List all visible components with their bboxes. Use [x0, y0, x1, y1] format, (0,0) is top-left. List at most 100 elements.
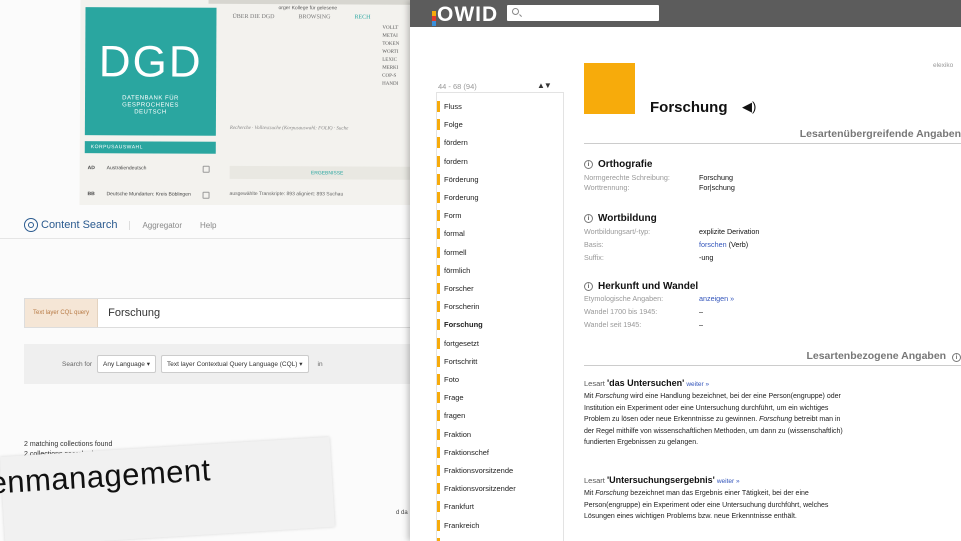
content-search-tabs: Content Search Aggregator Help: [24, 213, 216, 237]
kv-row: Worttrennung: For|schung: [584, 183, 735, 192]
expand-icon[interactable]: i: [584, 282, 593, 291]
headword-list-item[interactable]: fördern: [436, 134, 564, 151]
headword-list-item[interactable]: förmlich: [436, 262, 564, 279]
layer-select[interactable]: Text layer Contextual Query Language (CQ…: [161, 355, 309, 373]
headword-list-item[interactable]: Franz: [436, 535, 564, 541]
headword-list-item[interactable]: Fortschritt: [436, 353, 564, 370]
headword-list-item[interactable]: Fraktionschef: [436, 444, 564, 461]
headword-list-item[interactable]: fordern: [436, 153, 564, 170]
dgd-menu-item[interactable]: LEXIC: [382, 57, 399, 65]
query-label: Text layer CQL query: [25, 299, 99, 327]
info-icon[interactable]: i: [952, 353, 961, 362]
headword-list-item[interactable]: Fraktionsvorsitzender: [436, 480, 564, 497]
dgd-menu-item[interactable]: VOLLT: [382, 25, 399, 33]
block-wortbildung[interactable]: i Wortbildung: [584, 213, 657, 224]
headword-list-item[interactable]: Forschung: [436, 316, 564, 333]
in-label: in: [317, 360, 323, 368]
headword-list-item[interactable]: Fraktionsvorsitzende: [436, 462, 564, 479]
corpus-checkbox[interactable]: [202, 191, 210, 199]
dgd-menu-item[interactable]: MERKI: [382, 65, 399, 73]
corpus-checkbox[interactable]: [202, 165, 210, 173]
content-search-window: Content Search Aggregator Help Text laye…: [0, 205, 425, 541]
expand-icon[interactable]: i: [584, 214, 593, 223]
section-specific-header: Lesartenbezogene Angaben i: [584, 350, 961, 366]
dgd-logo-text: DGD: [98, 37, 203, 87]
tab-help[interactable]: Help: [200, 221, 216, 230]
section-general-header: Lesartenübergreifende Angaben: [584, 128, 961, 144]
logo-bar: [432, 21, 436, 26]
dgd-results-bar[interactable]: ERGEBNISSE: [229, 165, 425, 180]
basis-link[interactable]: forschen: [699, 240, 727, 249]
dgd-breadcrumb: Recherche · Volltextsuche (Korpusauswahl…: [229, 125, 349, 132]
elexiko-label[interactable]: elexiko: [933, 62, 953, 69]
etymology-link[interactable]: anzeigen »: [699, 294, 734, 303]
headword-list-item[interactable]: fragen: [436, 407, 564, 424]
lesart-1-title: Lesart 'das Untersuchen' weiter »: [584, 378, 710, 388]
dgd-menu-item[interactable]: HANDI: [382, 81, 399, 89]
headword-list-item[interactable]: Frage: [436, 389, 564, 406]
headword-list-item[interactable]: Frankfurt: [436, 498, 564, 515]
block-herkunft[interactable]: i Herkunft und Wandel: [584, 281, 698, 292]
speaker-icon[interactable]: ◀): [742, 99, 756, 115]
dgd-corpus-header: KORPUSAUSWAHL: [84, 141, 216, 154]
dgd-logo[interactable]: DGD DATENBANK FÜR GESPROCHENES DEUTSCH: [84, 7, 217, 136]
lesart-2-more-link[interactable]: weiter »: [717, 478, 740, 485]
headword-list-item[interactable]: Forscher: [436, 280, 564, 297]
headword-title: Forschung: [650, 99, 728, 116]
lesart-1-more-link[interactable]: weiter »: [686, 381, 709, 388]
lesart-2-definition: Mit Forschung bezeichnet man das Ergebni…: [584, 490, 829, 520]
screenshot-collage: orger Kollege für gelesene DGD DATENBANK…: [0, 0, 961, 541]
query-input[interactable]: Forschung: [98, 307, 160, 319]
list-range: 44 - 68 (94): [438, 82, 477, 91]
block-orthografie[interactable]: i Orthografie: [584, 159, 652, 170]
expand-icon[interactable]: i: [584, 160, 593, 169]
kv-row: Wandel 1700 bis 1945: –: [584, 307, 703, 316]
query-box[interactable]: Text layer CQL query Forschung: [24, 298, 425, 328]
kv-row: Normgerechte Schreibung: Forschung: [584, 173, 733, 182]
dgd-nav-research[interactable]: RECH: [354, 15, 370, 21]
search-options: Search for Any Language ▾ Text layer Con…: [24, 344, 425, 384]
headword-list-item[interactable]: fortgesetzt: [436, 335, 564, 352]
owid-window: OWID 44 - 68 (94) ▲▼ Fluss Folge fördern fo…: [410, 0, 961, 541]
kv-row: Wandel seit 1945: –: [584, 320, 703, 329]
entry-color-box: [584, 63, 635, 114]
owid-logo[interactable]: OWID: [432, 2, 498, 26]
headword-list-item[interactable]: Foto: [436, 371, 564, 388]
owid-header: OWID: [410, 0, 961, 27]
language-select[interactable]: Any Language ▾: [97, 355, 156, 373]
dgd-menu-item[interactable]: TOKEN: [382, 41, 399, 49]
lesart-1-definition: Mit Forschung wird eine Handlung bezeich…: [584, 393, 843, 446]
dgd-logo-subtitle: DATENBANK FÜR GESPROCHENES DEUTSCH: [122, 95, 179, 116]
headword-list-item[interactable]: Förderung: [436, 171, 564, 188]
banner-text: enmanagement: [0, 452, 212, 501]
kv-row: Wortbildungsart/-typ: explizite Derivatio…: [584, 227, 760, 236]
headword-list-item[interactable]: Form: [436, 207, 564, 224]
divider: [0, 238, 425, 239]
lesart-2-title: Lesart 'Untersuchungsergebnis' weiter »: [584, 475, 740, 485]
dgd-corpus-row[interactable]: BB Deutsche Mundarten: Kreis Böblingen: [85, 191, 216, 199]
dgd-menu-item[interactable]: WORTI: [382, 49, 399, 57]
search-for-label: Search for: [62, 360, 92, 368]
headword-list-item[interactable]: Forscherin: [436, 298, 564, 315]
dgd-menu-item[interactable]: COP-S: [382, 73, 399, 81]
headword-list-item[interactable]: Frankreich: [436, 517, 564, 534]
content-search-brand[interactable]: Content Search: [24, 218, 117, 232]
headword-list-item[interactable]: Fluss: [436, 98, 564, 115]
headword-list-item[interactable]: formal: [436, 225, 564, 242]
dgd-menu-item[interactable]: METAI: [382, 33, 399, 41]
headword-list-item[interactable]: Fraktion: [436, 426, 564, 443]
headword-list-item[interactable]: Folge: [436, 116, 564, 133]
dgd-nav: ÜBER DIE DGD BROWSING RECH: [218, 10, 425, 25]
headword-list-item[interactable]: formell: [436, 244, 564, 261]
kv-row: Etymologische Angaben: anzeigen »: [584, 294, 735, 303]
search-icon: [24, 218, 38, 232]
kv-row: Basis: forschen (Verb): [584, 240, 749, 249]
dgd-corpus-row[interactable]: AD Australiendeutsch: [85, 165, 216, 173]
headword-list-item[interactable]: Forderung: [436, 189, 564, 206]
dgd-nav-browsing[interactable]: BROWSING: [298, 14, 330, 20]
owid-search-input[interactable]: [507, 5, 659, 21]
dgd-nav-about[interactable]: ÜBER DIE DGD: [232, 14, 274, 20]
dgd-topbar: orger Kollege für gelesene: [208, 0, 426, 11]
tab-aggregator[interactable]: Aggregator: [129, 220, 182, 230]
sort-arrows-icon[interactable]: ▲▼: [537, 81, 552, 90]
